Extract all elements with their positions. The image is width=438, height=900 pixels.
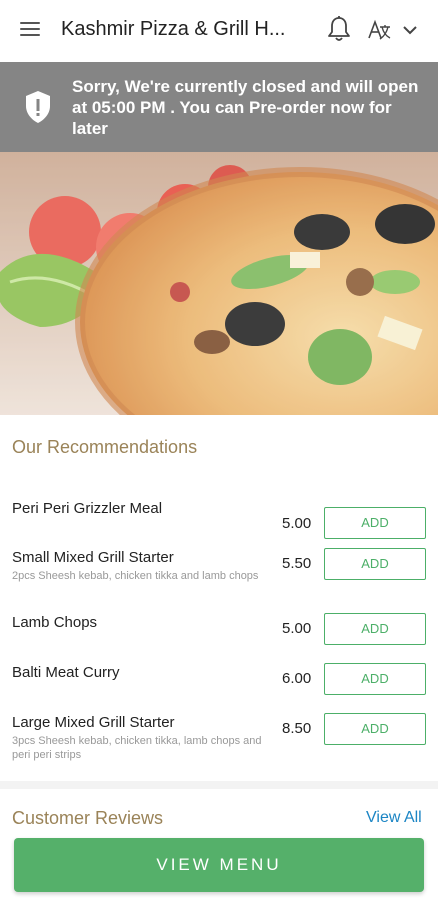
menu-item-price: 5.50 bbox=[282, 555, 312, 572]
menu-item-price: 6.00 bbox=[282, 670, 312, 687]
restaurant-title: Kashmir Pizza & Grill H... bbox=[61, 18, 286, 40]
menu-item-price: 5.00 bbox=[282, 515, 312, 532]
menu-item-name: Large Mixed Grill Starter bbox=[12, 714, 175, 731]
bell-icon[interactable] bbox=[326, 15, 352, 43]
add-button[interactable]: ADD bbox=[324, 613, 426, 645]
chevron-down-icon[interactable] bbox=[402, 24, 418, 36]
add-button[interactable]: ADD bbox=[324, 663, 426, 695]
menu-item-name: Balti Meat Curry bbox=[12, 664, 120, 681]
add-button[interactable]: ADD bbox=[324, 548, 426, 580]
menu-item-name: Peri Peri Grizzler Meal bbox=[12, 500, 163, 517]
menu-item-description: 3pcs Sheesh kebab, chicken tikka, lamb c… bbox=[12, 735, 262, 761]
shield-alert-icon bbox=[26, 91, 50, 123]
language-icon[interactable] bbox=[366, 18, 392, 42]
hamburger-menu-icon[interactable] bbox=[20, 22, 40, 38]
menu-item-price: 5.00 bbox=[282, 620, 312, 637]
add-button[interactable]: ADD bbox=[324, 713, 426, 745]
recommendations-title: Our Recommendations bbox=[12, 437, 198, 457]
menu-item-description: 2pcs Sheesh kebab, chicken tikka and lam… bbox=[12, 570, 259, 582]
closed-notice-banner: Sorry, We're currently closed and will o… bbox=[0, 62, 438, 152]
section-divider bbox=[0, 781, 438, 789]
menu-item-name: Lamb Chops bbox=[12, 614, 98, 631]
pizza-hero-image bbox=[0, 152, 438, 415]
view-all-reviews-link[interactable]: View All bbox=[366, 809, 422, 827]
customer-reviews-title: Customer Reviews bbox=[12, 808, 164, 828]
view-menu-button[interactable]: VIEW MENU bbox=[14, 838, 424, 892]
menu-item-price: 8.50 bbox=[282, 720, 312, 737]
closed-notice-text: Sorry, We're currently closed and will o… bbox=[72, 77, 419, 138]
menu-item-name: Small Mixed Grill Starter bbox=[12, 549, 174, 566]
top-app-bar: Kashmir Pizza & Grill H... bbox=[0, 0, 438, 62]
add-button[interactable]: ADD bbox=[324, 507, 426, 539]
